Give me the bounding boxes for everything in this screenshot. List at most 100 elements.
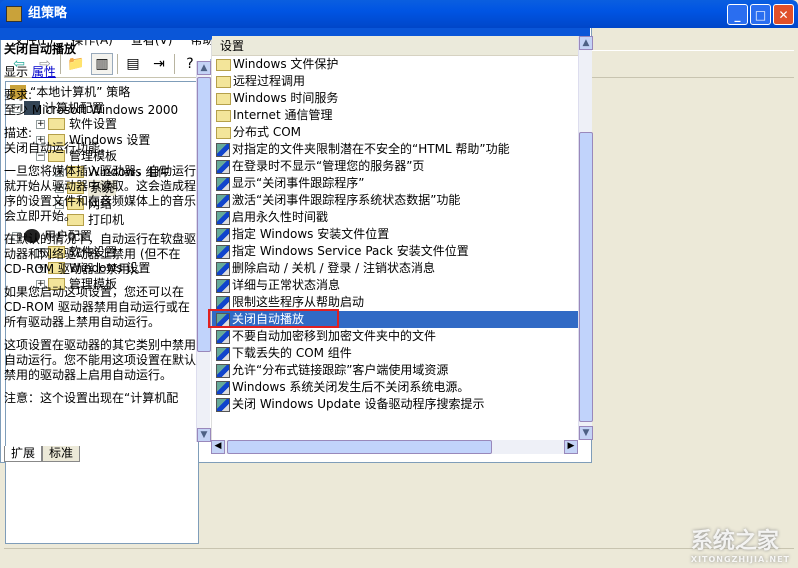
status-bar	[4, 548, 794, 566]
list-item-setting[interactable]: 指定 Windows 安装文件位置	[212, 226, 578, 243]
scroll-down-arrow[interactable]: ▼	[579, 426, 593, 440]
policy-setting-icon	[216, 244, 230, 259]
list-horizontal-scrollbar[interactable]: ◀ ▶	[211, 440, 578, 454]
list-item-label: 允许“分布式链接跟踪”客户端使用域资源	[232, 363, 449, 377]
list-item-label: 启用永久性时间戳	[232, 210, 329, 224]
list-item-selected[interactable]: 关闭自动播放	[208, 309, 578, 328]
description-scrollbar[interactable]: ▲ ▼	[196, 61, 211, 442]
watermark-sub: XITONGZHIJIA.NET	[690, 555, 790, 564]
description-value: 关闭自动运行功能。	[4, 141, 113, 155]
list-item-setting[interactable]: 激活“关闭事件跟踪程序系统状态数据”功能	[212, 192, 578, 209]
policy-setting-icon	[216, 363, 230, 378]
folder-icon	[216, 75, 231, 88]
description-label: 描述:	[4, 126, 33, 140]
list-item-setting[interactable]: 删除启动 / 关机 / 登录 / 注销状态消息	[212, 260, 578, 277]
list-item-label: 分布式 COM	[233, 125, 301, 139]
scroll-right-arrow[interactable]: ▶	[564, 440, 578, 454]
list-item-setting[interactable]: Windows 系统关闭发生后不关闭系统电源。	[212, 379, 578, 396]
list-item-label: Internet 通信管理	[233, 108, 333, 122]
list-item-label: 远程过程调用	[233, 74, 306, 88]
list-item-label: 关闭 Windows Update 设备驱动程序搜索提示	[232, 397, 485, 411]
description-panel: 关闭自动播放 显示 属性 要求: 至少 Microsoft Windows 200…	[4, 42, 196, 446]
list-item-label: 详细与正常状态消息	[232, 278, 341, 292]
title-bar: 组策略 _ □ ✕	[0, 0, 798, 28]
policy-setting-icon	[216, 329, 230, 344]
watermark-text: 系统之家	[690, 529, 779, 554]
list-item-label: Windows 时间服务	[233, 91, 339, 105]
policy-setting-icon	[216, 380, 230, 395]
description-paragraph: 在默认的情况下，自动运行在软盘驱动器和网络驱动器上禁用 (但不在 CD-ROM …	[4, 232, 196, 276]
list-item-folder[interactable]: 远程过程调用	[212, 73, 578, 90]
list-item-label: 删除启动 / 关机 / 登录 / 注销状态消息	[232, 261, 436, 275]
list-item-setting[interactable]: 指定 Windows Service Pack 安装文件位置	[212, 243, 578, 260]
list-item-label: Windows 文件保护	[233, 57, 339, 71]
policy-setting-icon	[216, 397, 230, 412]
list-item-folder[interactable]: Windows 时间服务	[212, 90, 578, 107]
column-header-setting[interactable]: 设置	[212, 36, 578, 56]
folder-icon	[216, 58, 231, 71]
list-item-label: 指定 Windows Service Pack 安装文件位置	[232, 244, 469, 258]
tab-standard[interactable]: 标准	[42, 446, 81, 462]
policy-setting-icon	[216, 210, 230, 225]
folder-icon	[216, 92, 231, 105]
scroll-left-arrow[interactable]: ◀	[211, 440, 225, 454]
scroll-thumb[interactable]	[579, 132, 593, 422]
policy-setting-icon	[216, 227, 230, 242]
scroll-up-arrow[interactable]: ▲	[197, 61, 211, 75]
list-item-label: 在登录时不显示“管理您的服务器”页	[232, 159, 425, 173]
list-item-label: 不要自动加密移到加密文件夹中的文件	[232, 329, 437, 343]
setting-title: 关闭自动播放	[4, 42, 77, 56]
list-item-setting[interactable]: 详细与正常状态消息	[212, 277, 578, 294]
list-item-setting[interactable]: 关闭 Windows Update 设备驱动程序搜索提示	[212, 396, 578, 413]
folder-icon	[216, 109, 231, 122]
list-item-label: 下载丢失的 COM 组件	[232, 346, 352, 360]
list-item-folder[interactable]: Windows 文件保护	[212, 56, 578, 73]
policy-setting-icon	[216, 176, 230, 191]
list-vertical-scrollbar[interactable]: ▲ ▼	[578, 36, 593, 440]
requirements-value: 至少 Microsoft Windows 2000	[4, 103, 179, 117]
policy-setting-icon	[216, 261, 230, 276]
list-item-label: 显示“关闭事件跟踪程序”	[232, 176, 365, 190]
list-item-setting[interactable]: 在登录时不显示“管理您的服务器”页	[212, 158, 578, 175]
highlight-box	[208, 309, 339, 328]
show-label: 显示	[4, 65, 29, 79]
folder-icon	[216, 126, 231, 139]
scroll-thumb[interactable]	[227, 440, 492, 454]
description-paragraph: 一旦您将媒体插入驱动器，自动运行就开始从驱动器中读取。这会造成程序的设置文件和在…	[4, 164, 196, 223]
scroll-up-arrow[interactable]: ▲	[579, 36, 593, 50]
scroll-down-arrow[interactable]: ▼	[197, 428, 211, 442]
policy-setting-icon	[216, 193, 230, 208]
maximize-button[interactable]: □	[750, 4, 771, 25]
description-paragraph: 这项设置在驱动器的其它类别中禁用自动运行。您不能用这项设置在默认禁用的驱动器上启…	[4, 338, 196, 382]
list-item-setting[interactable]: 不要自动加密移到加密文件夹中的文件	[212, 328, 578, 345]
window-title: 组策略	[28, 6, 68, 21]
list-item-label: 对指定的文件夹限制潜在不安全的“HTML 帮助”功能	[232, 142, 510, 156]
details-pane: 系统 关闭自动播放 显示 属性 要求:至少 Microsoft Windows …	[0, 0, 593, 463]
settings-list: 设置 Windows 文件保护 远程过程调用 Windows 时间服务 Interne…	[208, 36, 578, 440]
description-paragraph: 如果您启动这项设置，您还可以在 CD-ROM 驱动器禁用自动运行或在所有驱动器上…	[4, 285, 190, 329]
description-paragraph: 注意：这个设置出现在“计算机配	[4, 391, 179, 405]
list-item-setting[interactable]: 显示“关闭事件跟踪程序”	[212, 175, 578, 192]
list-item-setting[interactable]: 启用永久性时间戳	[212, 209, 578, 226]
requirements-label: 要求:	[4, 88, 33, 102]
watermark: 系统之家 XITONGZHIJIA.NET	[691, 523, 790, 564]
policy-setting-icon	[216, 278, 230, 293]
list-item-label: Windows 系统关闭发生后不关闭系统电源。	[232, 380, 470, 394]
list-item-label: 激活“关闭事件跟踪程序系统状态数据”功能	[232, 193, 461, 207]
policy-setting-icon	[216, 346, 230, 361]
policy-setting-icon	[216, 142, 230, 157]
minimize-button[interactable]: _	[727, 4, 748, 25]
group-policy-icon	[6, 6, 22, 22]
list-item-folder[interactable]: Internet 通信管理	[212, 107, 578, 124]
list-item-setting[interactable]: 对指定的文件夹限制潜在不安全的“HTML 帮助”功能	[212, 141, 578, 158]
policy-setting-icon	[216, 159, 230, 174]
close-button[interactable]: ✕	[773, 4, 794, 25]
properties-link[interactable]: 属性	[32, 65, 56, 79]
list-item-label: 指定 Windows 安装文件位置	[232, 227, 390, 241]
policy-setting-icon	[216, 295, 230, 310]
tab-extended[interactable]: 扩展	[4, 446, 43, 462]
view-tabs: 扩展 标准	[4, 446, 81, 462]
list-item-setting[interactable]: 允许“分布式链接跟踪”客户端使用域资源	[212, 362, 578, 379]
list-item-folder[interactable]: 分布式 COM	[212, 124, 578, 141]
list-item-setting[interactable]: 下载丢失的 COM 组件	[212, 345, 578, 362]
